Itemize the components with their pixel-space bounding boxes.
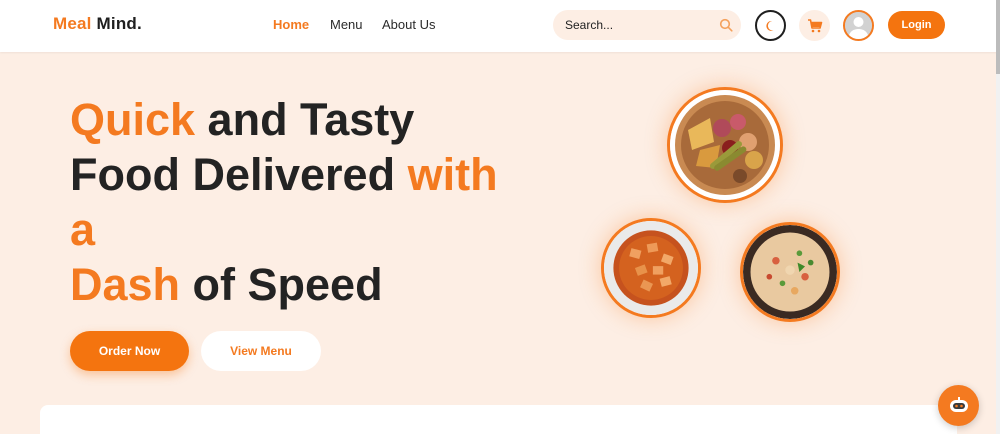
nav-menu[interactable]: Menu <box>330 17 363 32</box>
hero-text-of-speed: of Speed <box>180 259 383 310</box>
navbar: Meal Mind. Home Menu About Us Login <box>0 0 1000 52</box>
cart-icon <box>807 18 822 32</box>
chatbot-icon <box>949 396 968 412</box>
order-now-button[interactable]: Order Now <box>70 331 189 371</box>
hero-line-4: Dash of Speed <box>70 257 540 312</box>
platter-dish-image <box>667 87 783 203</box>
search-bar <box>553 10 741 40</box>
moon-icon <box>765 20 773 31</box>
brand-logo-part2: Mind. <box>96 14 142 33</box>
nav-about-us[interactable]: About Us <box>382 17 435 32</box>
user-avatar[interactable] <box>843 10 874 41</box>
user-icon <box>845 12 872 39</box>
search-icon[interactable] <box>719 18 733 32</box>
search-input[interactable] <box>565 16 715 34</box>
view-menu-button[interactable]: View Menu <box>201 331 321 371</box>
bottom-section-card <box>40 405 957 434</box>
hero-line-2: Food Delivered with <box>70 147 540 202</box>
hero-highlight-quick: Quick <box>70 94 196 145</box>
hero-highlight-dash: Dash <box>70 259 181 310</box>
hero-line-3: a <box>70 204 96 255</box>
page-scrollbar[interactable] <box>996 0 1000 434</box>
scrollbar-thumb[interactable] <box>996 0 1000 74</box>
theme-toggle-button[interactable] <box>755 10 786 41</box>
cart-button[interactable] <box>799 10 830 41</box>
brand-logo-part1: Meal <box>53 14 92 33</box>
hero-text-and-tasty: and Tasty <box>195 94 415 145</box>
curry-dish-image <box>601 218 701 318</box>
chatbot-button[interactable] <box>938 385 979 426</box>
login-button[interactable]: Login <box>888 11 945 39</box>
hero-text-food-delivered: Food Delivered <box>70 149 408 200</box>
hero-title: Quick and Tasty Food Delivered with a Da… <box>70 92 540 312</box>
hero-highlight-with: with <box>407 149 498 200</box>
hero-line-1: Quick and Tasty <box>70 92 540 147</box>
rice-dish-image <box>740 222 840 322</box>
brand-logo[interactable]: Meal Mind. <box>53 14 142 34</box>
nav-home[interactable]: Home <box>273 17 309 32</box>
